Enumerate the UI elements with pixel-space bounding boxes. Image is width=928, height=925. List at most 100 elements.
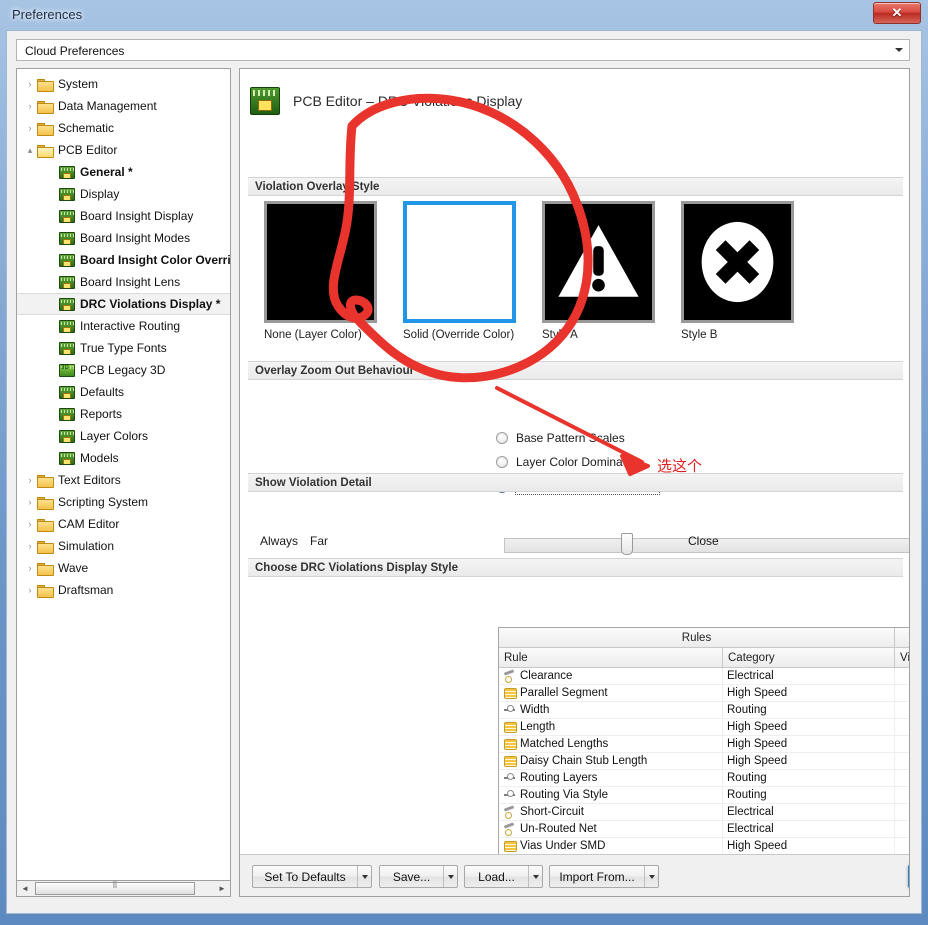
expander-icon[interactable]: › [23,497,37,507]
preferences-tree-list: › System › Data Management › Schematic ▴ PCB Ed… [17,73,230,601]
column-header-violation-detail[interactable]: Violation Deta... / [895,648,909,668]
expander-icon[interactable]: › [23,123,37,133]
expander-icon[interactable]: › [23,541,37,551]
radio-base-pattern-scales[interactable]: Base Pattern Scales [496,427,625,449]
rule-category-icon [503,772,517,784]
sidebar-item-scripting-system[interactable]: › Scripting System [17,491,230,513]
table-row[interactable]: Short-Circuit Electrical [499,804,909,821]
chevron-down-icon [532,874,539,879]
table-row[interactable]: Routing Layers Routing [499,770,909,787]
expander-icon[interactable]: › [23,101,37,111]
pcb-icon [59,209,75,223]
overlay-style-preview [403,201,516,323]
sidebar-item-cam-editor[interactable]: › CAM Editor [17,513,230,535]
table-row[interactable]: Length High Speed [499,719,909,736]
sidebar-item-data-management[interactable]: › Data Management [17,95,230,117]
import-from-dropdown[interactable] [644,866,658,887]
overlay-style-preview [542,201,655,323]
sidebar-item-display[interactable]: Display [17,183,230,205]
table-row[interactable]: Parallel Segment High Speed [499,685,909,702]
import-from-button[interactable]: Import From... [549,865,659,888]
ok-button[interactable]: OK [908,865,909,888]
cell-category: Routing [723,787,895,803]
cell-violation-detail [895,838,909,854]
scroll-left-icon[interactable]: ◄ [17,881,33,896]
sidebar-item-layer-colors[interactable]: Layer Colors [17,425,230,447]
sidebar-item-drc-violations-display[interactable]: DRC Violations Display * [17,293,230,315]
sidebar-item-pcb-editor[interactable]: ▴ PCB Editor [17,139,230,161]
table-row[interactable]: Clearance Electrical [499,668,909,685]
pcb-icon [59,253,75,267]
sidebar-item-board-insight-display[interactable]: Board Insight Display [17,205,230,227]
load-label: Load... [478,869,515,884]
table-row[interactable]: Width Routing [499,702,909,719]
sidebar-item-reports[interactable]: Reports [17,403,230,425]
expander-icon[interactable]: › [23,585,37,595]
expander-icon[interactable]: › [23,519,37,529]
preferences-tree[interactable]: › System › Data Management › Schematic ▴ PCB Ed… [16,68,231,888]
sidebar-item-label: Interactive Routing [80,319,181,333]
sidebar-item-board-insight-lens[interactable]: Board Insight Lens [17,271,230,293]
sidebar-item-schematic[interactable]: › Schematic [17,117,230,139]
expander-icon[interactable]: › [23,79,37,89]
grid-group-rules[interactable]: Rules [499,628,895,648]
set-to-defaults-dropdown[interactable] [357,866,371,887]
grid-group-display[interactable]: Display [895,628,909,648]
expander-icon[interactable]: › [23,475,37,485]
table-row[interactable]: Routing Via Style Routing [499,787,909,804]
folder-icon [37,474,54,488]
cell-rule-label: Daisy Chain Stub Length [520,755,648,767]
save-dropdown[interactable] [443,866,457,887]
violation-detail-slider-thumb[interactable] [620,533,633,555]
window-title: Preferences [12,7,83,22]
radio-layer-color-dominates[interactable]: Layer Color Dominates [496,451,639,473]
scroll-thumb[interactable] [35,880,195,895]
sidebar-item-draftsman[interactable]: › Draftsman [17,579,230,601]
load-dropdown[interactable] [528,866,542,887]
cell-violation-detail [895,804,909,820]
expander-icon[interactable]: › [23,563,37,573]
radio-button-icon[interactable] [496,432,508,444]
sidebar-item-interactive-routing[interactable]: Interactive Routing [17,315,230,337]
sidebar-item-simulation[interactable]: › Simulation [17,535,230,557]
overlay-style-option-style-a[interactable]: Style A [542,201,655,341]
sidebar-item-general[interactable]: General * [17,161,230,183]
sidebar-item-text-editors[interactable]: › Text Editors [17,469,230,491]
tree-horizontal-scrollbar[interactable]: ◄ ► [16,880,231,897]
set-to-defaults-button[interactable]: Set To Defaults [252,865,372,888]
rule-category-icon [503,755,517,767]
column-header-category[interactable]: Category [723,648,895,668]
table-row[interactable]: Daisy Chain Stub Length High Speed [499,753,909,770]
preferences-profile-combo[interactable]: Cloud Preferences [16,39,910,61]
sidebar-item-models[interactable]: Models [17,447,230,469]
table-row[interactable]: Un-Routed Net Electrical [499,821,909,838]
radio-button-icon[interactable] [496,456,508,468]
save-button[interactable]: Save... [379,865,458,888]
import-from-label: Import From... [559,869,635,884]
sidebar-item-system[interactable]: › System [17,73,230,95]
sidebar-item-true-type-fonts[interactable]: True Type Fonts [17,337,230,359]
expander-icon[interactable]: ▴ [23,145,37,156]
chevron-down-icon [895,48,903,52]
title-bar[interactable]: Preferences ✕ [0,0,928,30]
warning-triangle-icon [558,225,639,297]
overlay-style-option-solid-override-color[interactable]: Solid (Override Color) [403,201,516,341]
radio-label: Base Pattern Scales [516,431,625,445]
sidebar-item-pcb-legacy-3d[interactable]: PCB Legacy 3D [17,359,230,381]
sidebar-item-defaults[interactable]: Defaults [17,381,230,403]
sidebar-item-board-insight-color-overrides[interactable]: Board Insight Color Overrides [17,249,230,271]
sidebar-item-board-insight-modes[interactable]: Board Insight Modes [17,227,230,249]
cell-category: High Speed [723,838,895,854]
close-button[interactable]: ✕ [873,2,921,24]
scroll-right-icon[interactable]: ► [214,881,230,896]
slider-label-far: Far [310,534,328,548]
sidebar-item-wave[interactable]: › Wave [17,557,230,579]
column-header-rule[interactable]: Rule [499,648,723,668]
overlay-style-option-style-b[interactable]: Style B [681,201,794,341]
cell-category: Routing [723,770,895,786]
rule-category-icon [503,789,517,801]
table-row[interactable]: Vias Under SMD High Speed [499,838,909,855]
table-row[interactable]: Matched Lengths High Speed [499,736,909,753]
overlay-style-option-none-layer-color[interactable]: None (Layer Color) [264,201,377,341]
load-button[interactable]: Load... [464,865,543,888]
